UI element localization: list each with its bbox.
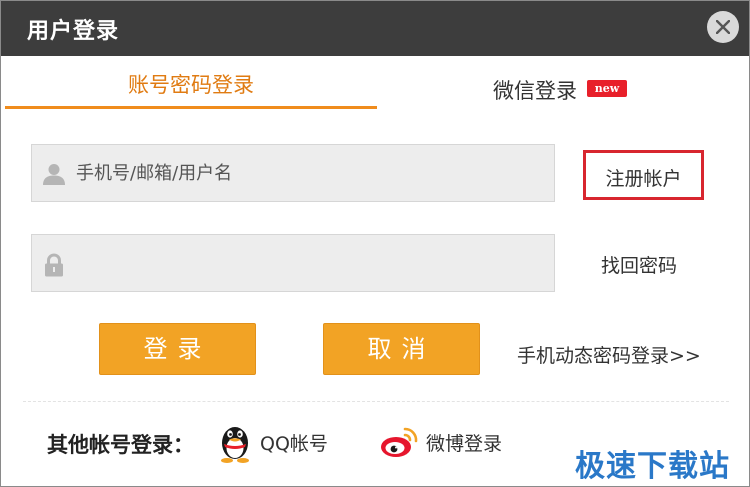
register-account-link[interactable]: 注册帐户 [583, 150, 704, 200]
tab-wechat-label: 微信登录 [493, 79, 577, 103]
close-icon [716, 20, 730, 34]
username-input[interactable] [76, 145, 546, 201]
site-watermark: 极速下载站 [575, 449, 730, 484]
divider [23, 401, 729, 402]
user-icon [43, 164, 65, 185]
qq-login-link[interactable]: QQ帐号 [260, 429, 328, 456]
phone-otp-login-link[interactable]: 手机动态密码登录>> [517, 341, 701, 368]
password-input[interactable] [76, 235, 546, 291]
close-button[interactable] [707, 11, 739, 43]
username-field-box [31, 144, 555, 202]
login-dialog: 用户登录 账号密码登录 微信登录 new 注册帐户 找回密码 登录 [0, 0, 750, 487]
weibo-icon[interactable] [379, 425, 419, 459]
qq-penguin-icon[interactable] [218, 421, 252, 463]
new-badge: new [587, 80, 627, 97]
tab-wechat-login[interactable]: 微信登录 new [381, 61, 747, 109]
weibo-login-link[interactable]: 微博登录 [426, 429, 502, 456]
cancel-button[interactable]: 取消 [323, 323, 480, 375]
title-bar: 用户登录 [1, 1, 749, 56]
tab-account-label: 账号密码登录 [128, 73, 254, 97]
password-field-box [31, 234, 555, 292]
dialog-title: 用户登录 [27, 19, 120, 44]
register-account-label: 注册帐户 [605, 168, 682, 190]
other-login-label: 其他帐号登录： [47, 433, 194, 457]
login-button[interactable]: 登录 [99, 323, 256, 375]
forgot-password-link[interactable]: 找回密码 [601, 251, 677, 278]
lock-icon [45, 253, 63, 277]
tab-account-login[interactable]: 账号密码登录 [5, 61, 377, 109]
